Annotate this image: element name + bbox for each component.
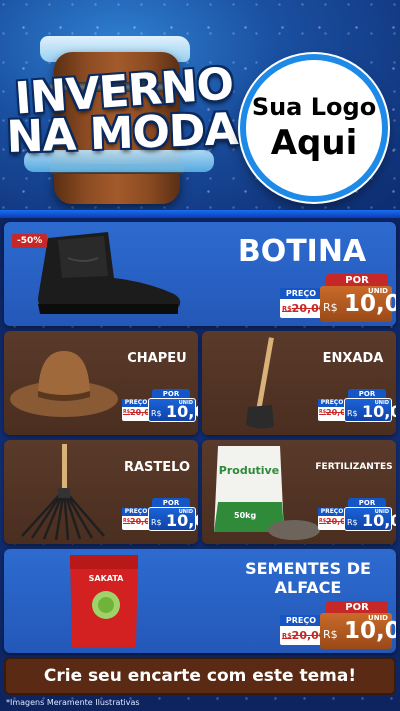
price-tag-sementes: POR PREÇO R$20,00 UNID R$ 10,00 [280,601,396,651]
preco-label: PREÇO [280,288,322,299]
old-price: R$20,00 [123,517,155,526]
price-value: 10,00 [344,291,396,317]
logo-text-line1: Sua Logo [251,93,377,121]
product-name-rastelo: RASTELO [123,460,191,475]
old-price: R$20,00 [282,302,326,315]
product-card-enxada[interactable]: ENXADA POR PREÇO R$20,00 UNID R$ 10,00 [202,331,396,435]
product-name-line1: SEMENTES DE [245,559,371,578]
old-currency: R$ [319,410,327,415]
new-price: UNID R$ 10,00 [344,398,396,422]
old-price: R$20,00 [123,408,155,417]
price-tag-botina: POR PREÇO R$20,00 UNID R$ 10,00 [280,274,396,324]
currency-symbol: R$ [151,518,162,527]
new-price: UNID R$ 10,00 [320,286,396,322]
currency-symbol: R$ [323,628,338,641]
price-value: 10,00 [344,618,396,644]
price-value: 10,00 [362,511,396,530]
preco-label: PREÇO [122,508,150,516]
currency-symbol: R$ [151,409,162,418]
old-currency: R$ [123,519,131,524]
cta-banner[interactable]: Crie seu encarte com este tema! [4,657,396,695]
preco-label: PREÇO [122,399,150,407]
price-tag-enxada: POR PREÇO R$20,00 UNID R$ 10,00 [318,389,396,427]
preco-label: PREÇO [318,508,346,516]
price-value: 10,00 [362,402,396,421]
price-value: 10,00 [166,511,198,530]
disclaimer-text: *Imagens Meramente Ilustrativas [6,698,140,707]
product-name-enxada: ENXADA [322,351,384,366]
product-card-chapeu[interactable]: CHAPEU POR PREÇO R$20,00 UNID R$ 10,00 [4,331,198,435]
product-name-fertilizantes: FERTILIZANTES [315,462,393,472]
old-price: R$20,00 [319,517,351,526]
product-card-sementes[interactable]: SAKATA SEMENTES DE ALFACE POR PREÇO R$20… [4,549,396,653]
product-card-botina[interactable]: -50% BOTINA POR PREÇO R$20,00 UNID R$ 10… [4,222,396,326]
product-name-line2: ALFACE [274,578,342,597]
fertilizer-weight-text: 50kg [234,511,256,520]
new-price: UNID R$ 10,00 [320,613,396,649]
fertilizer-bag-image: Produtive 50kg [214,446,320,540]
new-price: UNID R$ 10,00 [148,507,198,531]
price-tag-chapeu: POR PREÇO R$20,00 UNID R$ 10,00 [122,389,198,427]
product-name-chapeu: CHAPEU [127,351,187,366]
old-currency: R$ [282,305,292,313]
currency-symbol: R$ [347,409,358,418]
product-card-fertilizantes[interactable]: Produtive 50kg FERTILIZANTES POR PREÇO R… [202,440,396,544]
old-currency: R$ [282,632,292,640]
new-price: UNID R$ 10,00 [344,507,396,531]
header-banner: INVERNO NA MODA Sua Logo Aqui [0,0,400,217]
old-currency: R$ [319,519,327,524]
price-value: 10,00 [166,402,198,421]
old-price: R$20,00 [319,408,351,417]
preco-label: PREÇO [318,399,346,407]
product-name-botina: BOTINA [237,234,367,269]
price-tag-fertilizantes: POR PREÇO R$20,00 UNID R$ 10,00 [318,498,396,536]
seed-brand-text: SAKATA [89,574,125,583]
seed-package-image: SAKATA [70,555,138,647]
product-name-sementes: SEMENTES DE ALFACE [228,559,388,597]
currency-symbol: R$ [323,301,338,314]
price-tag-rastelo: POR PREÇO R$20,00 UNID R$ 10,00 [122,498,198,536]
rake-image [21,444,105,540]
logo-placeholder[interactable]: Sua Logo Aqui [240,54,388,202]
discount-badge: -50% [12,234,48,248]
new-price: UNID R$ 10,00 [148,398,198,422]
preco-label: PREÇO [280,615,322,626]
fertilizer-brand-text: Produtive [219,464,279,477]
hoe-image [246,337,274,429]
header-divider [0,210,400,218]
old-price: R$20,00 [282,629,326,642]
boot-image [38,232,181,314]
theme-title-line2: NA MODA [5,103,239,164]
logo-text-line2: Aqui [270,123,358,163]
old-currency: R$ [123,410,131,415]
product-card-rastelo[interactable]: RASTELO POR PREÇO R$20,00 UNID R$ 10,00 [4,440,198,544]
currency-symbol: R$ [347,518,358,527]
hat-image [10,351,118,417]
